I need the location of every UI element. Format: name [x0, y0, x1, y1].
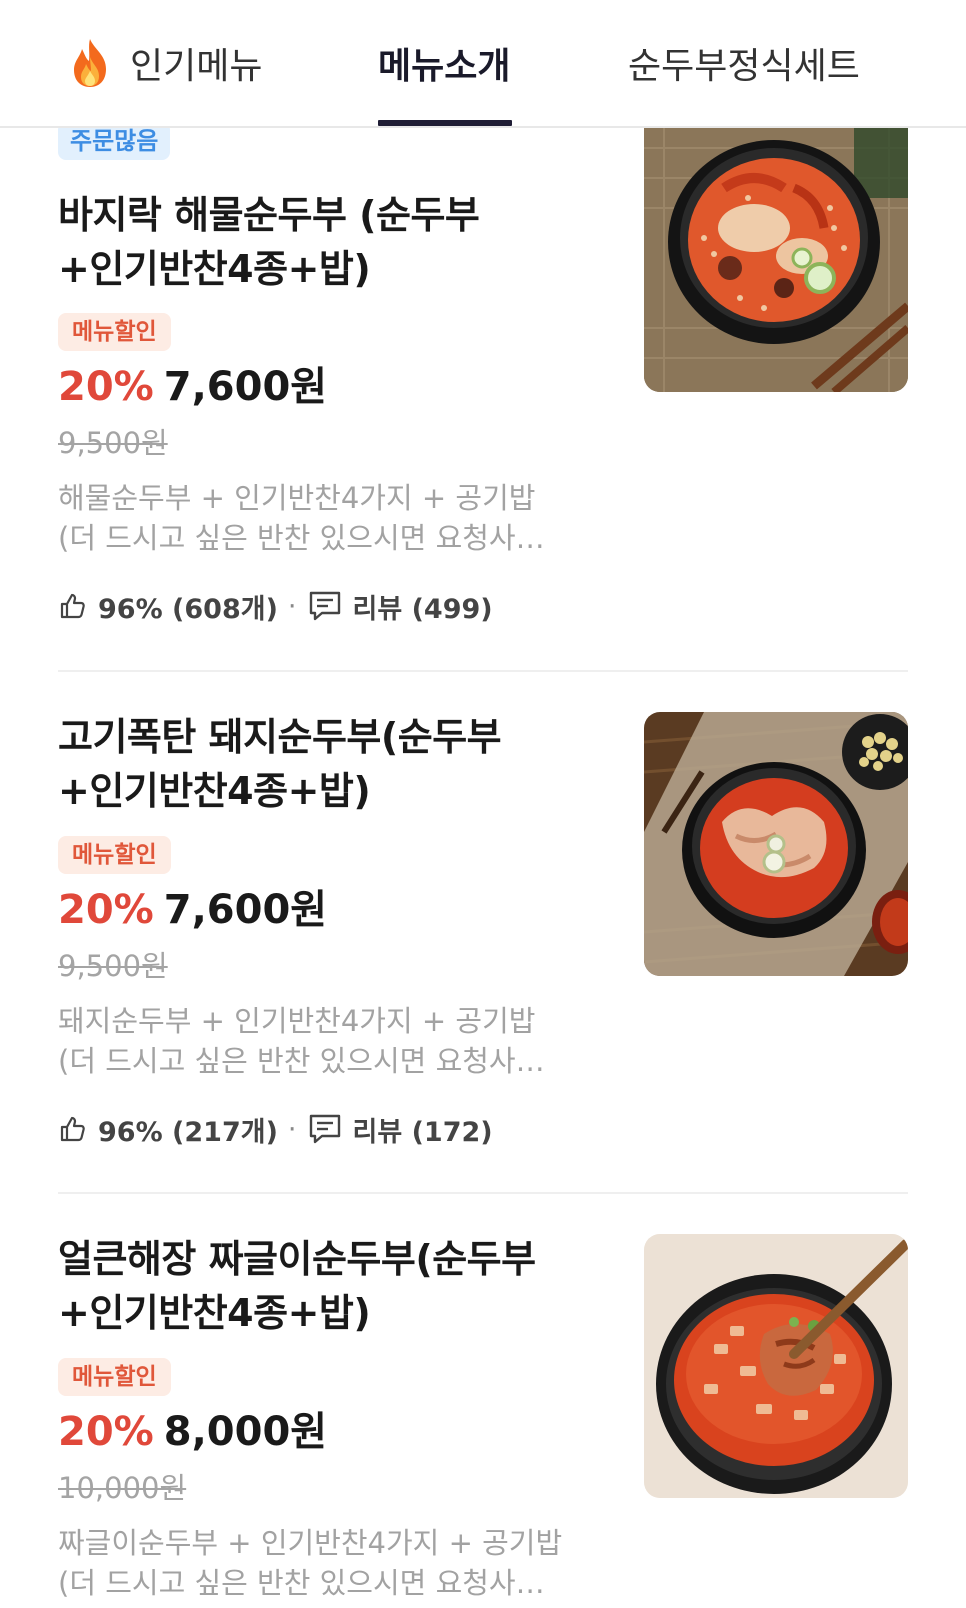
original-price: 9,500원 [58, 426, 168, 460]
discount-percent: 20% [58, 364, 154, 410]
tab-sundubu-set[interactable]: 순두부정식세트 [628, 36, 860, 90]
tab-menu-intro-label: 메뉴소개 [378, 46, 511, 87]
thumbs-up-icon [60, 1116, 85, 1142]
description-line: 짜글이순두부 + 인기반찬4가지 + 공기밥 [58, 1526, 563, 1560]
menu-item-title-line: +인기반찬4종+밥) [58, 1291, 371, 1335]
menu-item-title: 고기폭탄 돼지순두부(순두부 +인기반찬4종+밥) [58, 710, 618, 818]
discount-badge: 메뉴할인 [58, 836, 171, 874]
price-row: 20% 8,000원 [58, 1399, 327, 1455]
separator-dot: · [287, 1113, 297, 1145]
rating-row: 96% (217개) · 리뷰 (172) [58, 1109, 493, 1149]
review-comment-icon [309, 591, 340, 621]
menu-item-title: 얼큰해장 짜글이순두부(순두부 +인기반찬4종+밥) [58, 1232, 618, 1340]
active-tab-indicator [378, 120, 512, 126]
menu-item[interactable]: 얼큰해장 짜글이순두부(순두부 +인기반찬4종+밥) 메뉴할인 20% 8,00… [0, 1194, 966, 1608]
description-line: (더 드시고 싶은 반찬 있으시면 요청사… [58, 1566, 545, 1600]
menu-item-title-line: 바지락 해물순두부 (순두부 [58, 193, 480, 237]
tab-popular-label: 인기메뉴 [130, 46, 263, 87]
menu-item-title: 바지락 해물순두부 (순두부 +인기반찬4종+밥) [58, 188, 618, 296]
rating-row: 96% (608개) · 리뷰 (499) [58, 586, 493, 626]
price-row: 20% 7,600원 [58, 354, 327, 410]
original-price: 9,500원 [58, 949, 168, 983]
review-comment-icon [309, 1114, 340, 1144]
discount-badge: 메뉴할인 [58, 313, 171, 351]
menu-item-title-line: 고기폭탄 돼지순두부(순두부 [58, 715, 502, 759]
discount-percent: 20% [58, 1409, 154, 1455]
description-line: 돼지순두부 + 인기반찬4가지 + 공기밥 [58, 1004, 536, 1038]
separator-dot: · [287, 590, 297, 622]
menu-item-title-line: +인기반찬4종+밥) [58, 769, 371, 813]
like-rate: 96% (608개) [98, 593, 278, 625]
description-line: (더 드시고 싶은 반찬 있으시면 요청사… [58, 1044, 545, 1078]
menu-item-title-line: 얼큰해장 짜글이순두부(순두부 [58, 1237, 536, 1281]
seafood-sundubu-photo [644, 128, 908, 392]
menu-item-title-line: +인기반찬4종+밥) [58, 247, 371, 291]
category-tab-bar: 인기메뉴 메뉴소개 순두부정식세트 [0, 0, 966, 128]
review-count[interactable]: 리뷰 (172) [353, 1110, 493, 1149]
sale-price: 8,000원 [163, 1409, 328, 1455]
discount-percent: 20% [58, 887, 154, 933]
menu-item[interactable]: 고기폭탄 돼지순두부(순두부 +인기반찬4종+밥) 메뉴할인 20% 7,600… [0, 672, 966, 1194]
sale-price: 7,600원 [163, 887, 328, 933]
tab-popular-menu[interactable]: 인기메뉴 [68, 36, 262, 90]
menu-page: 인기메뉴 메뉴소개 순두부정식세트 주문많음 바지락 해물순두부 (순두부 +인… [0, 0, 966, 1608]
jjageuli-sundubu-photo [644, 1234, 908, 1498]
pork-sundubu-photo [644, 712, 908, 976]
discount-badge: 메뉴할인 [58, 1358, 171, 1396]
price-row: 20% 7,600원 [58, 877, 327, 933]
menu-item-description: 돼지순두부 + 인기반찬4가지 + 공기밥 (더 드시고 싶은 반찬 있으시면 … [58, 1001, 618, 1081]
menu-item-description: 해물순두부 + 인기반찬4가지 + 공기밥 (더 드시고 싶은 반찬 있으시면 … [58, 478, 618, 558]
sale-price: 7,600원 [163, 364, 328, 410]
tab-menu-intro[interactable]: 메뉴소개 [378, 36, 510, 90]
tab-sundubu-set-label: 순두부정식세트 [628, 46, 860, 87]
fire-icon [74, 39, 106, 87]
like-rate: 96% (217개) [98, 1116, 278, 1148]
menu-item-description: 짜글이순두부 + 인기반찬4가지 + 공기밥 (더 드시고 싶은 반찬 있으시면… [58, 1523, 618, 1603]
thumbs-up-icon [60, 593, 85, 619]
description-line: (더 드시고 싶은 반찬 있으시면 요청사… [58, 521, 545, 555]
description-line: 해물순두부 + 인기반찬4가지 + 공기밥 [58, 481, 536, 515]
original-price: 10,000원 [58, 1471, 187, 1505]
review-count[interactable]: 리뷰 (499) [353, 587, 493, 626]
